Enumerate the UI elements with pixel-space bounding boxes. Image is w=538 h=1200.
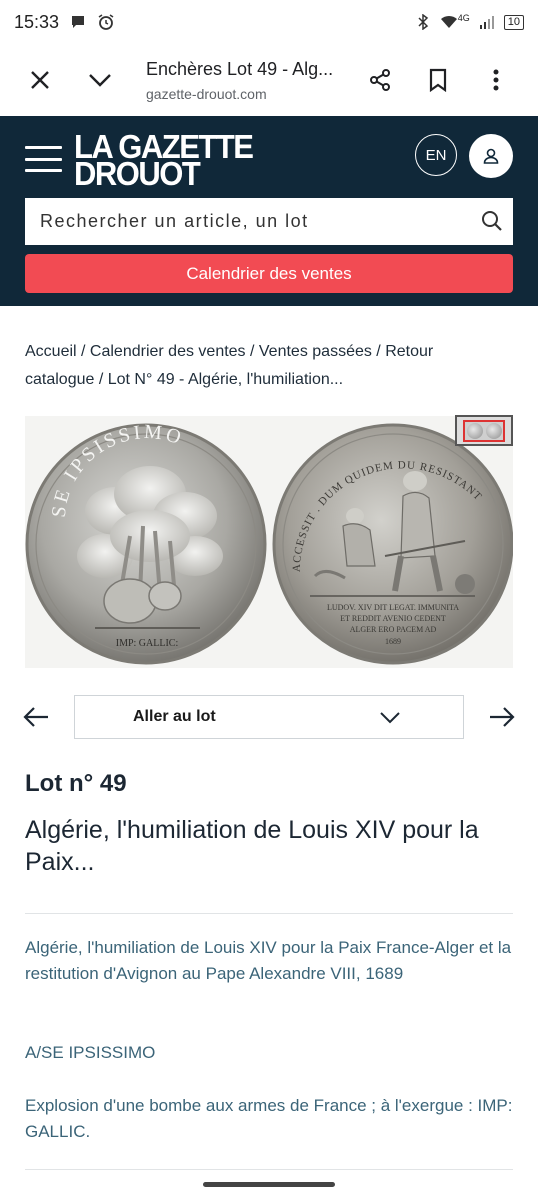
- share-icon: [370, 69, 390, 91]
- reverse-exergue-4: 1689: [385, 637, 401, 646]
- signal-icon: [478, 13, 496, 31]
- close-tab-button[interactable]: [26, 66, 54, 94]
- divider: [25, 1169, 513, 1170]
- alarm-icon: [97, 13, 115, 31]
- status-bar: 15:33 4G 10: [0, 0, 538, 44]
- bookmark-button[interactable]: [426, 68, 450, 92]
- network-type: 4G: [457, 13, 470, 23]
- page-title: Enchères Lot 49 - Alg...: [146, 58, 334, 79]
- breadcrumb[interactable]: Accueil / Calendrier des ventes / Ventes…: [25, 338, 495, 394]
- reverse-exergue-1: LUDOV. XIV DIT LEGAT. IMMUNITA: [327, 603, 459, 612]
- lot-description-1: Algérie, l'humiliation de Louis XIV pour…: [25, 938, 512, 983]
- arrow-right-icon: [490, 707, 515, 727]
- battery-indicator: 10: [503, 14, 524, 30]
- bluetooth-icon: [414, 13, 432, 31]
- coin-obverse: SE IPSISSIMO IMP: GALLIC:: [25, 421, 267, 665]
- previous-lot-button[interactable]: [22, 705, 50, 729]
- chevron-down-icon: [89, 74, 111, 87]
- calendar-button[interactable]: Calendrier des ventes: [25, 254, 513, 293]
- search-input[interactable]: [40, 211, 470, 232]
- user-icon: [483, 148, 499, 164]
- thumbnail-coin-right: [485, 422, 502, 439]
- chat-icon: [69, 13, 87, 31]
- divider: [25, 913, 513, 914]
- go-to-lot-select[interactable]: Aller au lot: [74, 695, 464, 739]
- arrow-left-icon: [23, 707, 48, 727]
- go-to-lot-label: Aller au lot: [133, 708, 216, 725]
- home-indicator[interactable]: [203, 1182, 335, 1187]
- account-button[interactable]: [469, 134, 513, 178]
- menu-icon[interactable]: [25, 146, 62, 172]
- wifi-icon: [440, 13, 458, 31]
- obverse-exergue: IMP: GALLIC:: [116, 638, 179, 649]
- lot-image[interactable]: SE IPSISSIMO IMP: GALLIC: ACCESSIT . DUM…: [25, 416, 513, 668]
- lot-title: Algérie, l'humiliation de Louis XIV pour…: [25, 816, 479, 876]
- chevron-down-icon: [379, 708, 401, 726]
- reverse-exergue-2: ET REDDIT AVENIO CEDENT: [340, 614, 446, 623]
- search-bar: [25, 198, 513, 245]
- more-menu-button[interactable]: [484, 68, 508, 92]
- more-vertical-icon: [493, 69, 499, 91]
- status-time: 15:33: [14, 11, 60, 32]
- logo-line-2: DROUOT: [74, 154, 201, 193]
- expand-toolbar-button[interactable]: [86, 66, 114, 94]
- page-info[interactable]: Enchères Lot 49 - Alg... gazette-drouot.…: [146, 59, 346, 102]
- language-button[interactable]: EN: [415, 134, 457, 176]
- site-header: LA GAZETTE DROUOT EN Calendrier des vent…: [0, 116, 538, 306]
- share-button[interactable]: [368, 68, 392, 92]
- page-url: gazette-drouot.com: [146, 85, 267, 102]
- image-thumbnail[interactable]: [455, 415, 513, 446]
- lot-number: Lot n° 49: [25, 770, 127, 797]
- lot-description-3: Explosion d'une bombe aux armes de Franc…: [25, 1096, 513, 1141]
- lot-navigation: Aller au lot: [0, 695, 538, 739]
- browser-toolbar: Enchères Lot 49 - Alg... gazette-drouot.…: [0, 44, 538, 116]
- search-icon[interactable]: [481, 210, 503, 232]
- thumbnail-coin-left: [466, 422, 483, 439]
- next-lot-button[interactable]: [488, 705, 516, 729]
- reverse-exergue-3: ALGER ERO PACEM AD: [350, 625, 437, 634]
- bookmark-icon: [429, 68, 447, 92]
- close-icon: [31, 71, 49, 89]
- site-logo[interactable]: LA GAZETTE DROUOT: [74, 130, 254, 193]
- lot-description-2: A/SE IPSISSIMO: [25, 1043, 156, 1062]
- coin-reverse: ACCESSIT . DUM QUIDEM DU RESISTANT LUDOV…: [272, 423, 513, 665]
